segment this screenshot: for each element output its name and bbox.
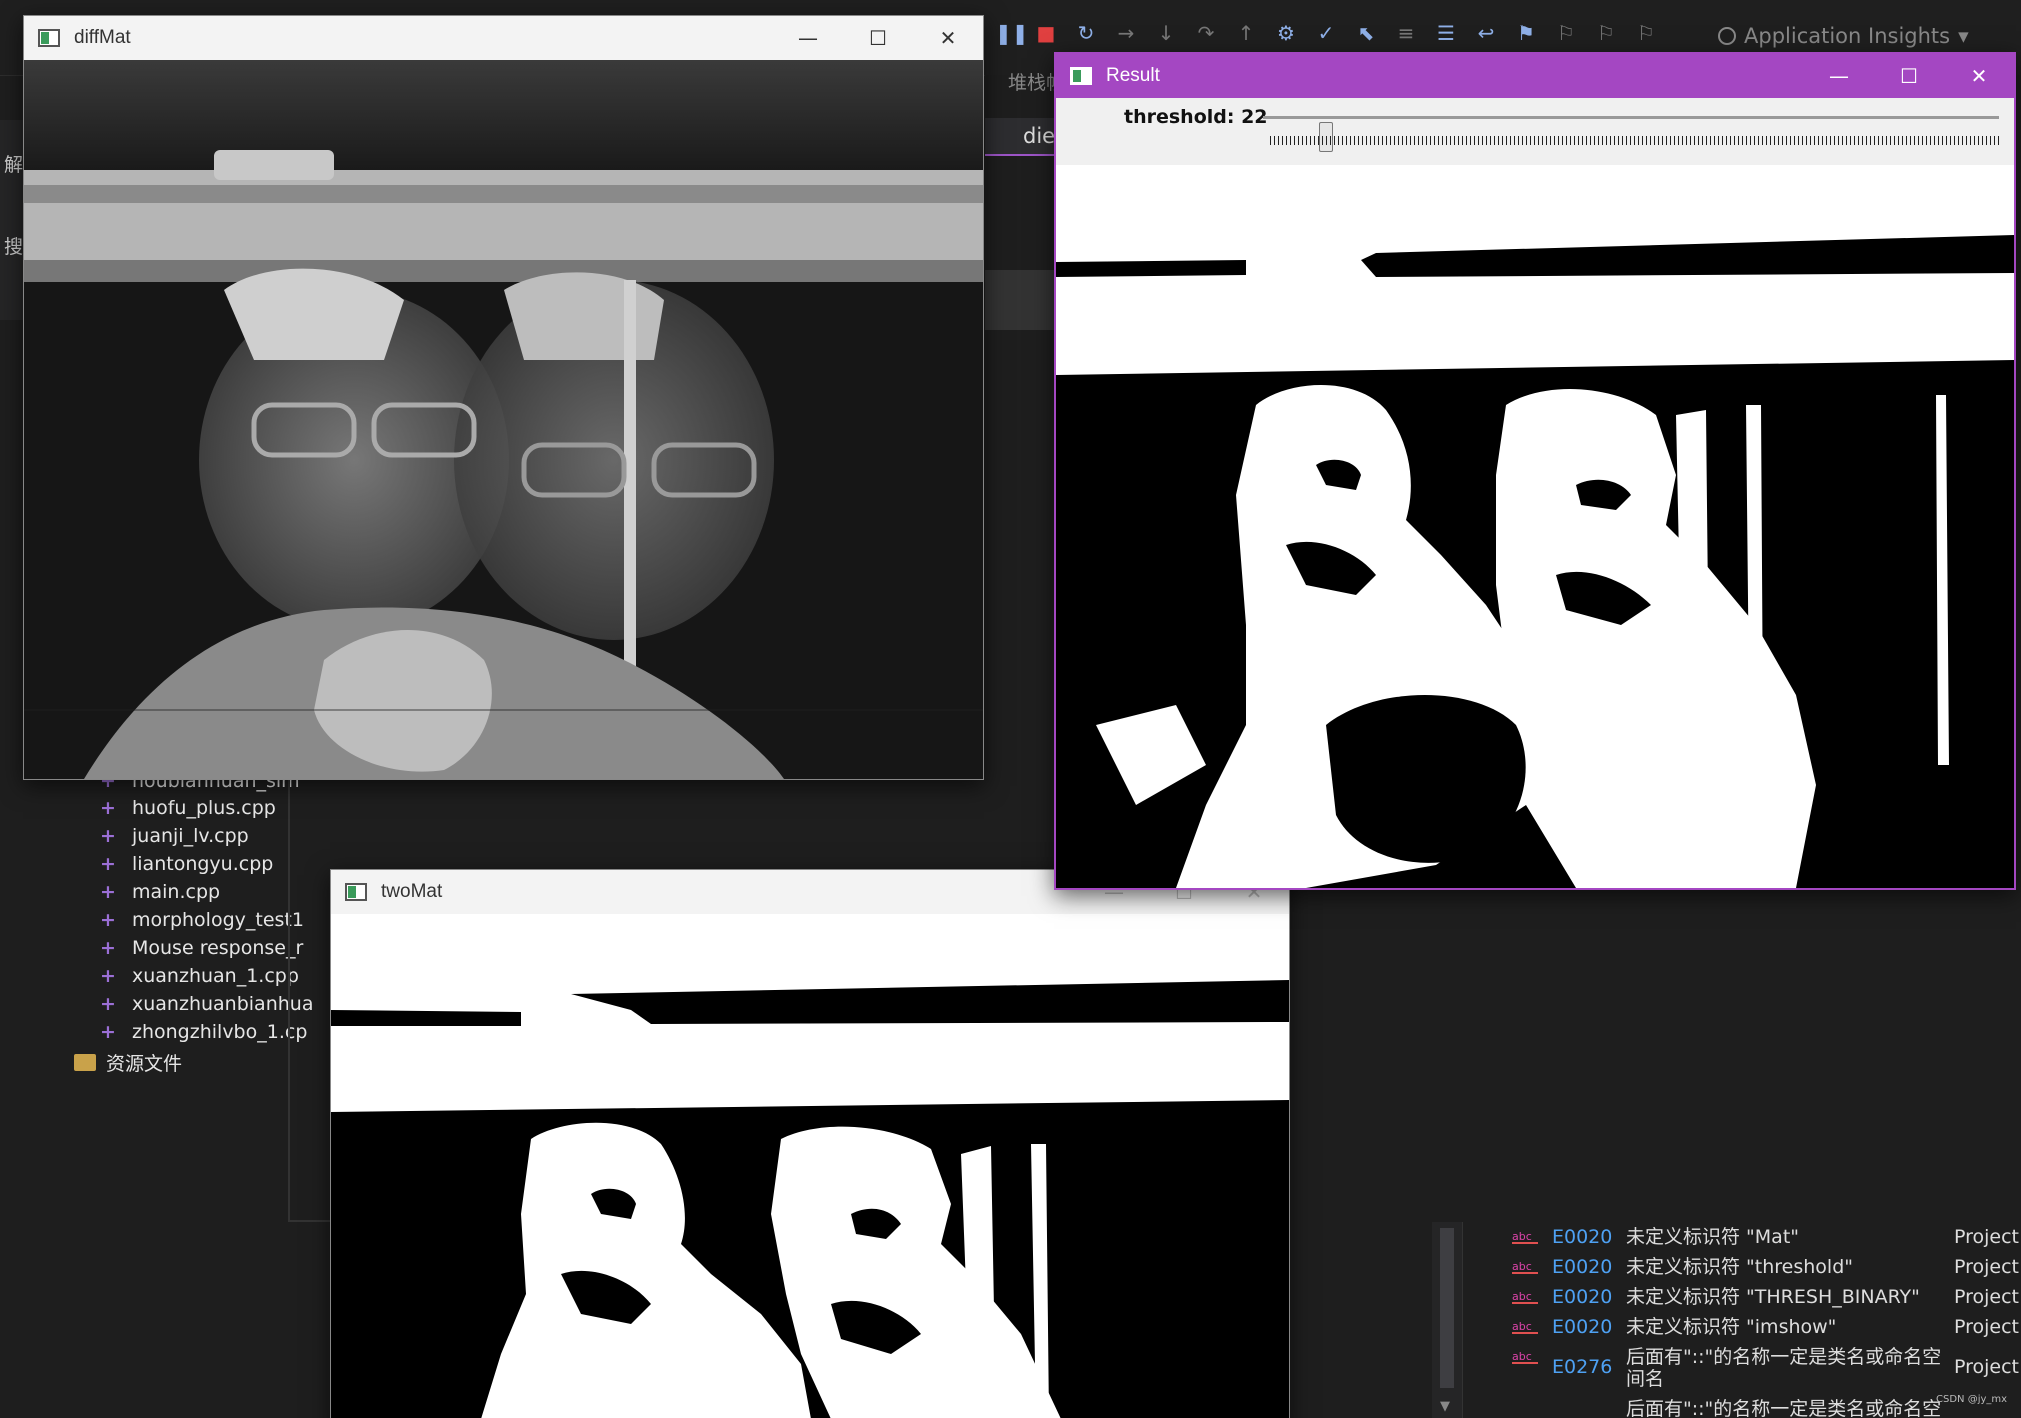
tree-item-file[interactable]: + morphology_test1 bbox=[100, 909, 304, 931]
tree-item-file[interactable]: + huofu_plus.cpp bbox=[100, 797, 276, 819]
error-row[interactable]: abcE0020未定义标识符 "imshow"Project1 bbox=[1512, 1316, 2021, 1338]
window-title: Result bbox=[1106, 65, 1160, 86]
spell-check-icon[interactable]: ✓ bbox=[1315, 22, 1337, 44]
pause-icon[interactable]: ❚❚ bbox=[995, 22, 1029, 44]
watermark: CSDN @jy_mx bbox=[1936, 1394, 2008, 1405]
window-title: diffMat bbox=[74, 27, 131, 48]
twomat-image bbox=[331, 914, 1289, 1418]
tree-item-file[interactable]: + main.cpp bbox=[100, 881, 220, 903]
opencv-window-icon bbox=[345, 883, 367, 901]
comment-icon[interactable]: ≡ bbox=[1395, 22, 1417, 44]
diffmat-window[interactable]: diffMat — ☐ ✕ bbox=[23, 15, 984, 780]
opencv-window-icon bbox=[1070, 67, 1092, 85]
tree-item-file[interactable]: + zhongzhilvbo_1.cp bbox=[100, 1021, 307, 1043]
window-title: twoMat bbox=[381, 881, 443, 902]
tree-item-resources-folder[interactable]: 资源文件 bbox=[74, 1049, 182, 1076]
clear-bookmark-icon[interactable]: ⚐ bbox=[1635, 22, 1657, 44]
spell-error-icon: abc bbox=[1512, 1231, 1538, 1244]
solution-label: 解 bbox=[4, 154, 24, 176]
bookmark-icon[interactable]: ⚑ bbox=[1515, 22, 1537, 44]
close-icon[interactable]: ✕ bbox=[913, 16, 983, 60]
twomat-window[interactable]: twoMat — ☐ ✕ bbox=[330, 869, 1290, 1418]
threshold-trackbar-panel: threshold: 22 bbox=[1056, 98, 2014, 165]
add-file-icon: + bbox=[100, 993, 116, 1015]
diffmat-titlebar[interactable]: diffMat — ☐ ✕ bbox=[24, 16, 983, 60]
threshold-label: threshold: 22 bbox=[1124, 106, 1268, 128]
error-row[interactable]: abcE0020未定义标识符 "Mat"Project1 bbox=[1512, 1226, 2021, 1248]
add-file-icon: + bbox=[100, 909, 116, 931]
tree-item-file[interactable]: + juanji_lv.cpp bbox=[100, 825, 249, 847]
select-icon[interactable]: ⬉ bbox=[1355, 22, 1377, 44]
binary-image bbox=[331, 914, 1289, 1418]
prev-bookmark-icon[interactable]: ⚐ bbox=[1555, 22, 1577, 44]
add-file-icon: + bbox=[100, 825, 116, 847]
tree-item-file[interactable]: + xuanzhuanbianhua bbox=[100, 993, 313, 1015]
restart-icon[interactable]: ↻ bbox=[1075, 22, 1097, 44]
uncomment-icon[interactable]: ↩ bbox=[1475, 22, 1497, 44]
maximize-icon[interactable]: ☐ bbox=[1874, 54, 1944, 98]
tree-item-file[interactable]: + Mouse response_r bbox=[100, 937, 303, 959]
spell-error-icon: abc bbox=[1512, 1261, 1538, 1274]
show-next-statement-icon[interactable]: → bbox=[1115, 22, 1137, 44]
add-file-icon: + bbox=[100, 797, 116, 819]
error-list-scrollbar[interactable]: ▼ bbox=[1432, 1222, 1462, 1418]
threshold-slider[interactable] bbox=[1263, 116, 1999, 152]
app-insights-label: Application Insights bbox=[1744, 24, 1951, 48]
add-file-icon: + bbox=[100, 965, 116, 987]
close-icon[interactable]: ✕ bbox=[1944, 54, 2014, 98]
scroll-down-icon[interactable]: ▼ bbox=[1440, 1399, 1450, 1414]
debug-toolbar: ❚❚ ■ ↻ → ↓ ↷ ↑ ⚙ ✓ ⬉ ≡ ☰ ↩ ⚑ ⚐ ⚐ ⚐ bbox=[995, 22, 1657, 44]
diffmat-image bbox=[24, 60, 983, 779]
step-over-icon[interactable]: ↷ bbox=[1195, 22, 1217, 44]
tree-item-file[interactable]: + xuanzhuan_1.cpp bbox=[100, 965, 299, 987]
maximize-icon[interactable]: ☐ bbox=[843, 16, 913, 60]
tree-item-file[interactable]: + liantongyu.cpp bbox=[100, 853, 273, 875]
indent-icon[interactable]: ☰ bbox=[1435, 22, 1457, 44]
add-file-icon: + bbox=[100, 1021, 116, 1043]
result-image bbox=[1056, 165, 2014, 888]
folder-icon bbox=[74, 1054, 96, 1071]
spell-error-icon: abc bbox=[1512, 1321, 1538, 1334]
spell-error-icon: abc bbox=[1512, 1351, 1538, 1364]
slider-ticks bbox=[1270, 136, 2000, 145]
lightbulb-icon bbox=[1718, 27, 1736, 45]
search-label: 搜 bbox=[4, 236, 24, 258]
opencv-window-icon bbox=[38, 29, 60, 47]
add-file-icon: + bbox=[100, 937, 116, 959]
result-titlebar[interactable]: Result — ☐ ✕ bbox=[1056, 54, 2014, 98]
result-window[interactable]: Result — ☐ ✕ threshold: 22 bbox=[1054, 52, 2016, 890]
grayscale-image bbox=[24, 60, 983, 779]
step-out-icon[interactable]: ↑ bbox=[1235, 22, 1257, 44]
scrollbar-thumb[interactable] bbox=[1440, 1228, 1454, 1388]
error-row[interactable]: abcE0020未定义标识符 "threshold"Project1 bbox=[1512, 1256, 2021, 1278]
stop-icon[interactable]: ■ bbox=[1035, 22, 1057, 44]
spell-error-icon: abc bbox=[1512, 1291, 1538, 1304]
left-panel-labels: 解 搜 bbox=[4, 124, 23, 288]
diagnostics-icon[interactable]: ⚙ bbox=[1275, 22, 1297, 44]
app-insights-button[interactable]: Application Insights ▾ bbox=[1718, 24, 1969, 48]
binary-image bbox=[1056, 165, 2014, 888]
next-bookmark-icon[interactable]: ⚐ bbox=[1595, 22, 1617, 44]
error-row[interactable]: abcE0276后面有"::"的名称一定是类名或命名空间名Project1 bbox=[1512, 1346, 2021, 1390]
minimize-icon[interactable]: — bbox=[773, 16, 843, 60]
error-row[interactable]: abc后面有"::"的名称一定是类名或命名空间 bbox=[1512, 1398, 1946, 1418]
error-row[interactable]: abcE0020未定义标识符 "THRESH_BINARY"Project1 bbox=[1512, 1286, 2021, 1308]
add-file-icon: + bbox=[100, 853, 116, 875]
step-into-icon[interactable]: ↓ bbox=[1155, 22, 1177, 44]
add-file-icon: + bbox=[100, 881, 116, 903]
minimize-icon[interactable]: — bbox=[1804, 54, 1874, 98]
chevron-down-icon: ▾ bbox=[1958, 24, 1969, 48]
panel-divider bbox=[288, 760, 290, 1222]
